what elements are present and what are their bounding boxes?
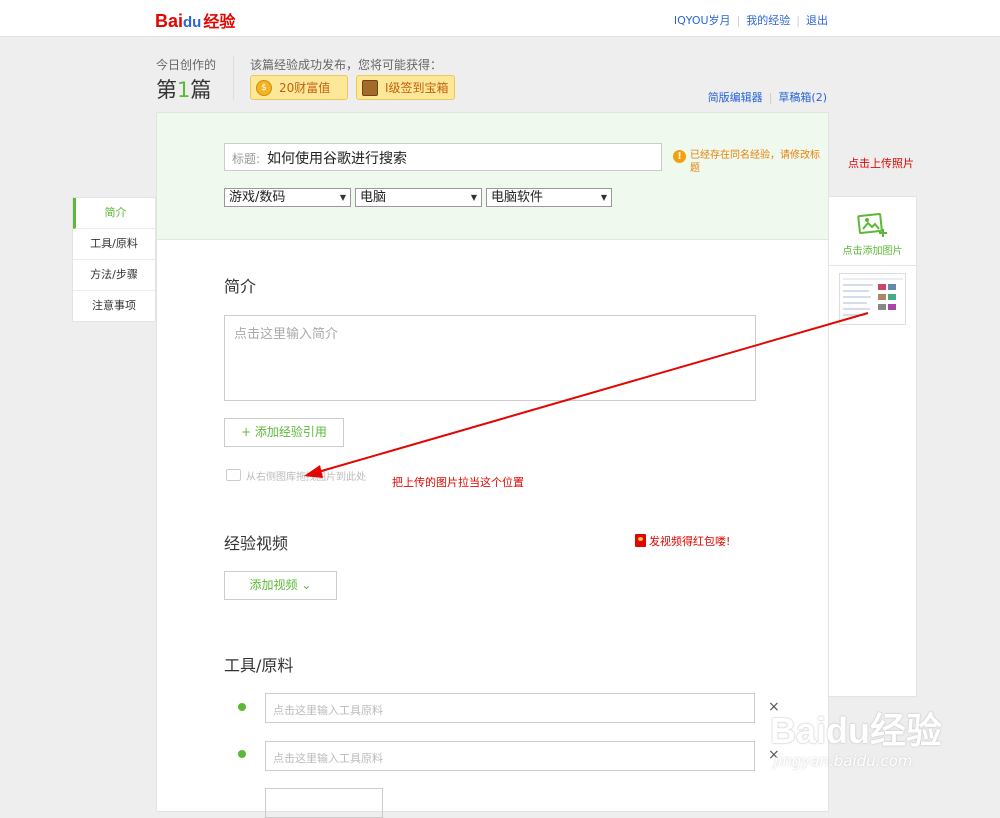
watermark-logo: Baidu经验	[770, 710, 943, 751]
annotation-arrow	[304, 312, 869, 478]
watermark-url: jingyan.baidu.com	[774, 752, 913, 770]
baidu-watermark: Baidu经验 jingyan.baidu.com	[770, 688, 1000, 796]
